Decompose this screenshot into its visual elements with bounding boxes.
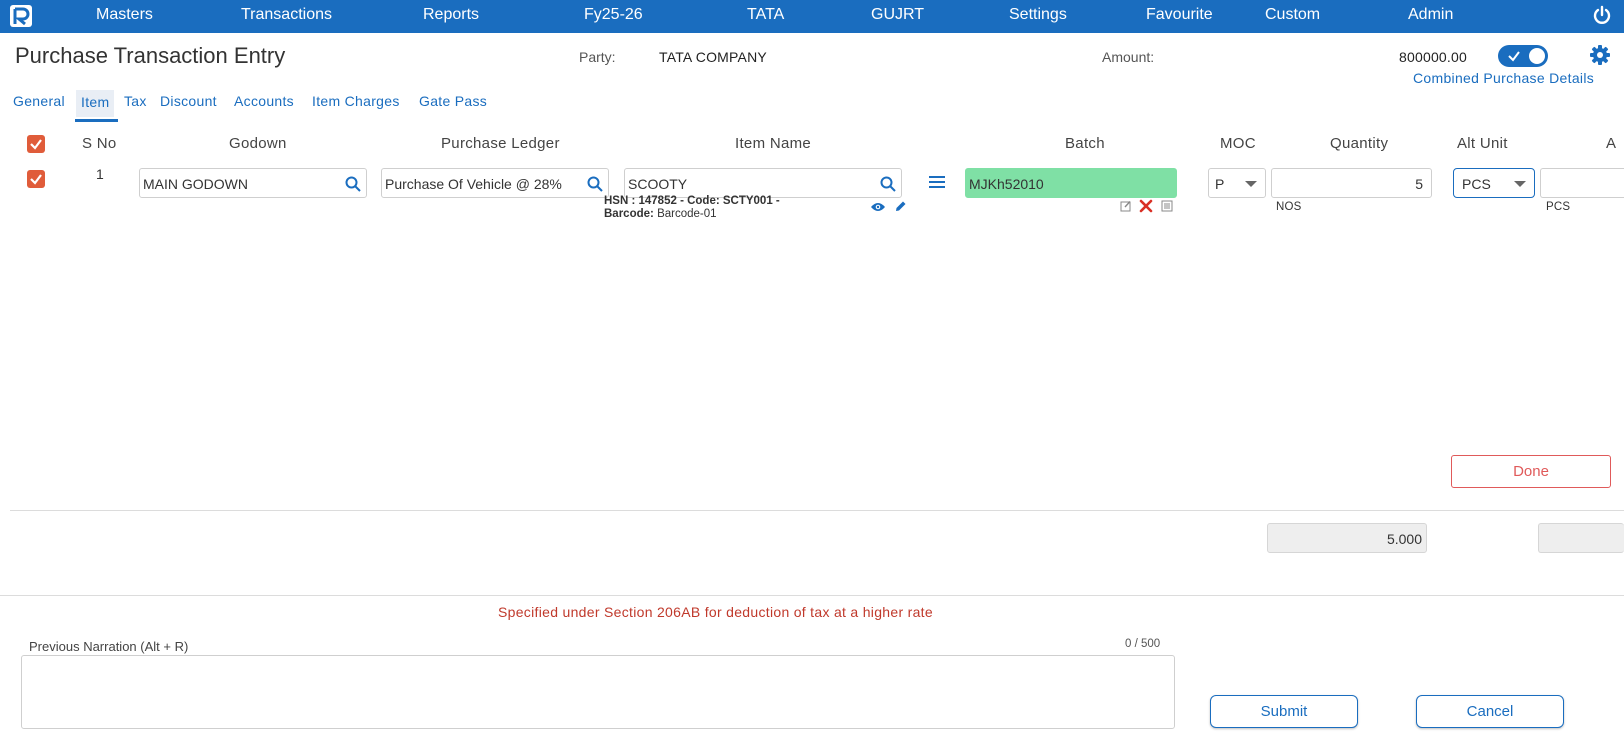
submit-button[interactable]: Submit — [1210, 695, 1358, 728]
nav-reports[interactable]: Reports — [423, 6, 479, 24]
batch-field[interactable]: MJKh52010 — [965, 168, 1177, 198]
item-meta-hsn-code: HSN : 147852 - Code: SCTY001 - — [604, 195, 780, 207]
tab-gate-pass[interactable]: Gate Pass — [419, 93, 487, 109]
alt-unit-select[interactable]: PCS — [1453, 168, 1535, 198]
quantity-input[interactable]: 5 — [1271, 168, 1432, 198]
search-icon[interactable] — [880, 176, 896, 192]
tds-warning-text: Specified under Section 206AB for deduct… — [498, 604, 933, 620]
list-icon[interactable] — [1161, 200, 1173, 212]
moc-select[interactable]: P — [1208, 168, 1266, 198]
combined-purchase-details-link[interactable]: Combined Purchase Details — [1413, 70, 1594, 86]
tab-item-charges[interactable]: Item Charges — [312, 93, 400, 109]
toggle-knob — [1529, 48, 1545, 64]
party-label: Party: — [579, 49, 616, 65]
power-icon[interactable] — [1592, 5, 1612, 25]
col-header-godown: Godown — [229, 135, 287, 152]
check-icon — [30, 139, 42, 150]
done-button[interactable]: Done — [1451, 455, 1611, 488]
check-icon — [30, 174, 42, 185]
select-all-checkbox[interactable] — [27, 135, 45, 153]
tab-general[interactable]: General — [13, 93, 65, 109]
col-header-alt-qty: A — [1606, 135, 1617, 152]
menu-icon[interactable] — [928, 174, 946, 190]
nav-company[interactable]: TATA — [747, 6, 784, 24]
eye-icon[interactable] — [870, 201, 886, 213]
nav-admin[interactable]: Admin — [1408, 6, 1453, 24]
col-header-item-name: Item Name — [735, 135, 812, 152]
narration-label: Previous Narration (Alt + R) — [29, 639, 189, 654]
section-divider — [0, 595, 1624, 596]
purchase-ledger-value: Purchase Of Vehicle @ 28% — [385, 176, 562, 192]
batch-value: MJKh52010 — [969, 176, 1044, 192]
chevron-down-icon — [1245, 181, 1257, 187]
cancel-button[interactable]: Cancel — [1416, 695, 1564, 728]
page-title: Purchase Transaction Entry — [15, 43, 286, 68]
nav-custom[interactable]: Custom — [1265, 6, 1320, 24]
active-tab-indicator — [75, 119, 118, 122]
tab-item[interactable]: Item — [76, 90, 115, 117]
combined-purchase-toggle[interactable] — [1498, 45, 1548, 67]
amount-value: 800000.00 — [1399, 49, 1467, 65]
godown-field[interactable]: MAIN GODOWN — [139, 168, 367, 198]
tab-accounts[interactable]: Accounts — [234, 93, 294, 109]
alt-qty-input[interactable] — [1540, 168, 1624, 198]
col-header-sno: S No — [82, 135, 117, 152]
amount-label: Amount: — [1102, 49, 1155, 65]
col-header-batch: Batch — [1065, 135, 1105, 152]
godown-value: MAIN GODOWN — [143, 176, 248, 192]
top-nav-bar: Masters Transactions Reports Fy25-26 TAT… — [0, 0, 1624, 33]
nav-masters[interactable]: Masters — [96, 6, 153, 24]
table-divider — [10, 510, 1624, 511]
check-icon — [1508, 51, 1520, 62]
party-value: TATA COMPANY — [659, 49, 767, 65]
tab-discount[interactable]: Discount — [160, 93, 217, 109]
nav-transactions[interactable]: Transactions — [241, 6, 332, 24]
alt-unit-value: PCS — [1462, 176, 1491, 192]
chevron-down-icon — [1514, 181, 1526, 187]
item-meta-barcode-label: Barcode: — [604, 208, 654, 220]
col-header-moc: MOC — [1220, 135, 1256, 152]
tab-tax[interactable]: Tax — [124, 93, 147, 109]
nav-state[interactable]: GUJRT — [871, 6, 924, 24]
item-meta: HSN : 147852 - Code: SCTY001 - Barcode: … — [604, 195, 780, 221]
quantity-value: 5 — [1415, 176, 1423, 192]
gear-icon[interactable] — [1590, 45, 1610, 65]
col-header-purchase-ledger: Purchase Ledger — [441, 135, 560, 152]
col-header-alt-unit: Alt Unit — [1457, 135, 1508, 152]
item-name-value: SCOOTY — [628, 176, 688, 192]
narration-textarea[interactable] — [21, 655, 1175, 729]
logo-icon[interactable] — [9, 4, 33, 28]
quantity-unit-label: NOS — [1276, 201, 1302, 213]
col-header-quantity: Quantity — [1330, 135, 1389, 152]
quantity-total: 5.000 — [1267, 523, 1427, 553]
nav-favourite[interactable]: Favourite — [1146, 6, 1213, 24]
nav-fiscal-year[interactable]: Fy25-26 — [584, 6, 643, 24]
alt-total — [1538, 523, 1624, 553]
edit-icon[interactable] — [1120, 200, 1132, 212]
row-checkbox[interactable] — [27, 170, 45, 188]
row-sno: 1 — [96, 166, 104, 182]
search-icon[interactable] — [587, 176, 603, 192]
pencil-icon[interactable] — [894, 200, 907, 213]
item-name-field[interactable]: SCOOTY — [624, 168, 902, 198]
delete-icon[interactable] — [1139, 199, 1153, 213]
purchase-ledger-field[interactable]: Purchase Of Vehicle @ 28% — [381, 168, 609, 198]
nav-settings[interactable]: Settings — [1009, 6, 1067, 24]
item-meta-barcode-value: Barcode-01 — [657, 208, 717, 220]
search-icon[interactable] — [345, 176, 361, 192]
moc-value: P — [1215, 176, 1225, 192]
alt-qty-unit-label: PCS — [1546, 201, 1571, 213]
narration-char-counter: 0 / 500 — [1125, 638, 1161, 650]
